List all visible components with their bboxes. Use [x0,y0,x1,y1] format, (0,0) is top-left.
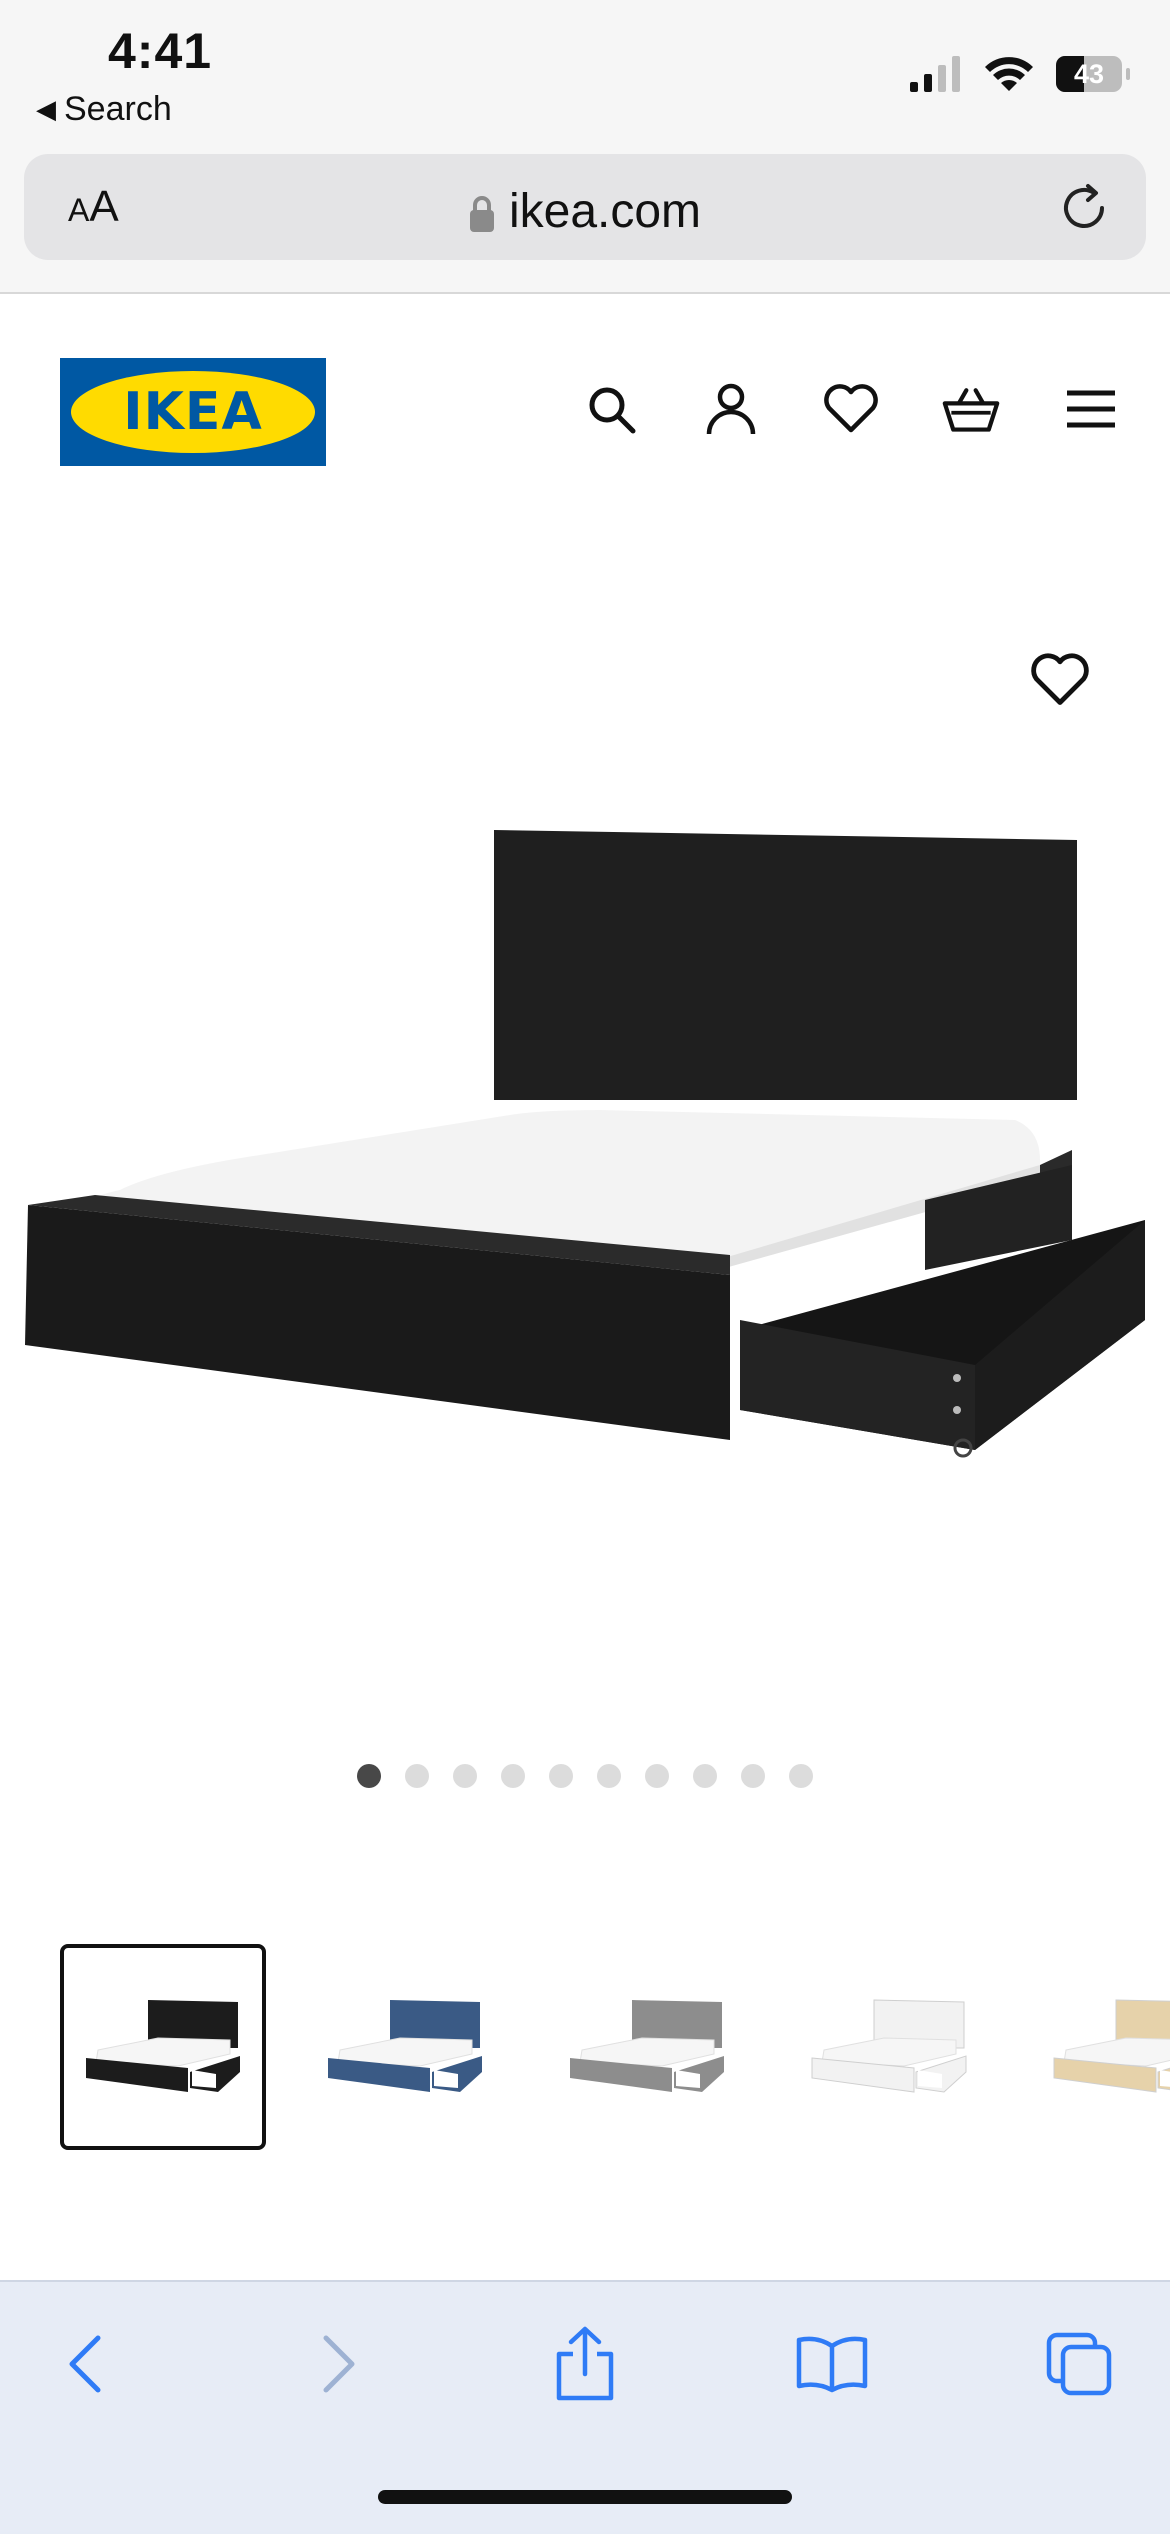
account-button[interactable] [702,380,760,438]
color-thumbnail[interactable] [60,1944,266,2150]
basket-button[interactable] [942,380,1000,438]
thumbnail-image [570,2000,724,2092]
carousel-dot[interactable] [741,1764,765,1788]
tabs-button[interactable] [1040,2324,1120,2404]
carousel-dot[interactable] [789,1764,813,1788]
carousel-dot[interactable] [405,1764,429,1788]
heart-icon [824,384,878,433]
save-to-favourites-icon[interactable] [1030,650,1090,710]
color-variant-thumbnails [60,1944,1170,2150]
cellular-signal-icon [910,56,960,92]
color-thumbnail[interactable] [1028,1944,1170,2150]
home-indicator [378,2490,792,2504]
carousel-dot[interactable] [501,1764,525,1788]
status-time: 4:41 [108,23,213,79]
url-text: ikea.com [508,185,702,238]
logo-oval: IKEA [71,371,315,453]
system-icons: 43 [910,50,1130,98]
header-icons [582,380,1120,438]
search-icon [589,387,636,434]
bookmarks-button[interactable] [792,2324,872,2404]
battery-icon: 43 [1056,56,1130,92]
battery-percent: 43 [1073,59,1105,89]
color-thumbnail[interactable] [302,1944,508,2150]
bookmarks-icon [796,2336,868,2393]
forward-button[interactable] [298,2324,378,2404]
back-to-search[interactable]: ◀ Search [36,90,172,129]
carousel-dot[interactable] [693,1764,717,1788]
status-bar: 4:41 ◀ Search 43 [0,0,1170,150]
share-icon [556,2326,614,2401]
carousel-dot[interactable] [645,1764,669,1788]
browser-address-area: AA ikea.com [0,150,1170,294]
carousel-dot[interactable] [357,1764,381,1788]
carousel-dots[interactable] [0,1764,1170,1788]
thumbnail-image [811,1999,967,2093]
favourites-button[interactable] [822,380,880,438]
account-icon [706,383,756,435]
product-image [25,830,1145,1458]
address-bar[interactable]: AA ikea.com [24,154,1146,260]
thumbnail-image [86,2000,240,2092]
carousel-dot[interactable] [549,1764,573,1788]
tabs-icon [1046,2332,1112,2396]
lock-icon [469,196,494,233]
logo-wordmark: IKEA [123,382,263,442]
wifi-icon [985,57,1033,91]
search-button[interactable] [582,380,640,438]
forward-icon [323,2335,355,2393]
thumbnail-image [1053,1999,1170,2093]
carousel-dot[interactable] [597,1764,621,1788]
reload-icon[interactable] [1058,182,1110,234]
thumbnail-image [328,2000,482,2092]
url-field[interactable]: ikea.com [24,184,1146,239]
ikea-logo[interactable]: IKEA [60,358,326,466]
back-icon [69,2335,101,2393]
carousel-dot[interactable] [453,1764,477,1788]
product-image-carousel[interactable] [0,560,1170,1720]
menu-button[interactable] [1062,380,1120,438]
back-button[interactable] [46,2324,126,2404]
color-thumbnail[interactable] [544,1944,750,2150]
basket-icon [942,388,1000,432]
color-thumbnail[interactable] [786,1944,992,2150]
back-app-label: Search [64,90,172,128]
back-triangle-icon: ◀ [36,94,56,124]
share-button[interactable] [545,2324,625,2404]
menu-icon [1067,390,1115,428]
